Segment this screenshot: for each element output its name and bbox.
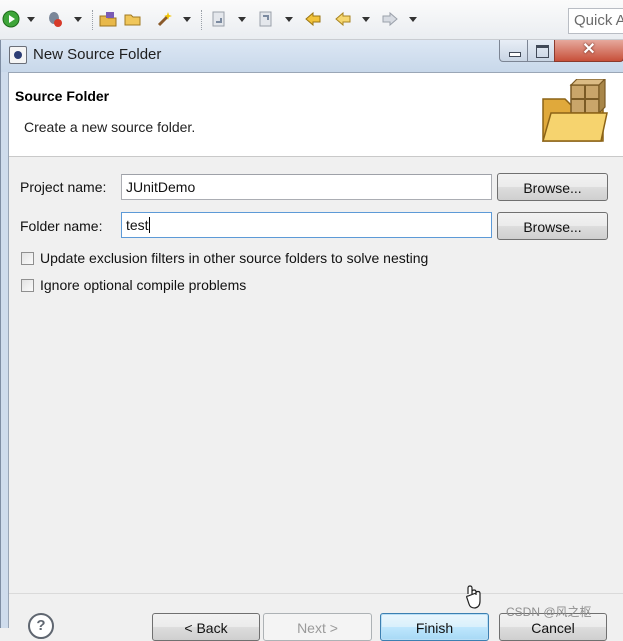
dialog-title: New Source Folder — [33, 46, 162, 63]
toolbar-separator — [201, 10, 202, 30]
wand-dropdown-icon[interactable] — [183, 17, 191, 22]
back-button[interactable]: < Back — [152, 613, 260, 641]
help-icon[interactable]: ? — [28, 613, 54, 639]
previous-annotation-dropdown-icon[interactable] — [285, 17, 293, 22]
toolbar-separator — [92, 10, 93, 30]
wizard-page-title: Source Folder — [15, 88, 110, 104]
debug-dropdown-icon[interactable] — [74, 17, 82, 22]
wand-icon[interactable] — [156, 10, 174, 28]
back-dropdown-icon[interactable] — [362, 17, 370, 22]
back-icon[interactable] — [334, 10, 352, 28]
project-browse-button[interactable]: Browse... — [497, 173, 608, 201]
previous-annotation-icon[interactable] — [257, 10, 275, 28]
ignore-optional-problems-label[interactable]: Ignore optional compile problems — [40, 277, 246, 293]
last-edit-icon[interactable] — [304, 10, 322, 28]
ignore-optional-problems-option[interactable]: Ignore optional compile problems — [21, 277, 321, 296]
close-button[interactable]: ✕ — [554, 40, 623, 62]
project-name-label: Project name: — [20, 179, 107, 195]
next-annotation-icon[interactable] — [210, 10, 228, 28]
folder-name-field[interactable]: test — [121, 212, 492, 238]
debug-icon[interactable] — [46, 10, 64, 28]
watermark-text: CSDN @风之枢 — [506, 605, 592, 619]
maximize-button[interactable] — [527, 40, 555, 62]
quick-access-field[interactable]: Quick A — [568, 8, 623, 34]
finish-button[interactable]: Finish — [380, 613, 489, 641]
mouse-cursor-icon — [466, 585, 481, 609]
wizard-header: Source Folder Create a new source folder… — [9, 73, 623, 157]
update-exclusion-filters-checkbox[interactable] — [21, 252, 34, 265]
next-button[interactable]: Next > — [263, 613, 372, 641]
folder-browse-button[interactable]: Browse... — [497, 212, 608, 240]
source-folder-wizard-icon — [542, 79, 608, 142]
ignore-optional-problems-checkbox[interactable] — [21, 279, 34, 292]
close-icon: ✕ — [582, 41, 596, 58]
new-source-folder-dialog: New Source Folder ✕ Source Folder Create… — [0, 40, 623, 641]
dialog-titlebar[interactable]: New Source Folder ✕ — [1, 40, 623, 72]
minimize-button[interactable] — [499, 40, 528, 62]
dialog-content: Source Folder Create a new source folder… — [8, 72, 623, 641]
update-exclusion-filters-label[interactable]: Update exclusion filters in other source… — [40, 250, 428, 266]
eclipse-toolbar: Quick A — [0, 0, 623, 40]
text-caret — [148, 217, 150, 233]
run-icon[interactable] — [2, 10, 20, 28]
wizard-page-description: Create a new source folder. — [24, 119, 196, 135]
new-package-icon[interactable] — [99, 10, 117, 28]
open-folder-icon[interactable] — [124, 10, 142, 28]
forward-icon[interactable] — [381, 10, 399, 28]
folder-name-value: test — [126, 217, 149, 233]
folder-name-label: Folder name: — [20, 218, 103, 234]
next-annotation-dropdown-icon[interactable] — [238, 17, 246, 22]
footer-divider — [9, 593, 623, 594]
eclipse-app-icon — [9, 46, 27, 64]
run-dropdown-icon[interactable] — [27, 17, 35, 22]
forward-dropdown-icon[interactable] — [409, 17, 417, 22]
project-name-field[interactable]: JUnitDemo — [121, 174, 492, 200]
update-exclusion-filters-option[interactable]: Update exclusion filters in other source… — [21, 250, 501, 269]
